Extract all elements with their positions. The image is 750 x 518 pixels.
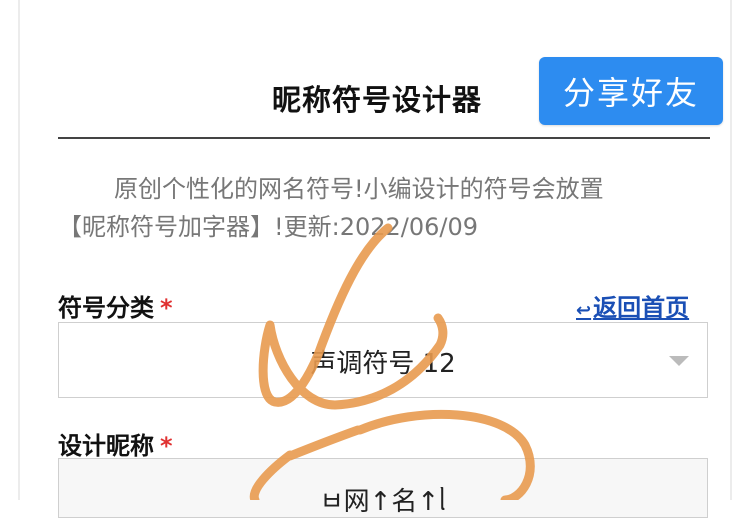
return-icon: ↩ — [576, 300, 592, 321]
intro-line-2: 【昵称符号加字器】!更新:2022/06/09 — [58, 213, 479, 241]
chevron-down-icon — [669, 356, 689, 366]
share-friends-button[interactable]: 分享好友 — [539, 57, 723, 125]
nickname-label: 设计昵称 * — [58, 426, 173, 461]
intro-text: 原创个性化的网名符号!小编设计的符号会放置 【昵称符号加字器】!更新:2022/… — [58, 170, 718, 246]
back-home-label: 返回首页 — [593, 294, 690, 322]
category-select-value: 声调符号 12 — [310, 349, 456, 379]
nickname-input[interactable]: ㅂ网↑名↑ᥣ — [58, 458, 708, 518]
required-mark: * — [160, 432, 173, 460]
frame-edge-left — [18, 0, 20, 500]
intro-line-1: 原创个性化的网名符号!小编设计的符号会放置 — [114, 175, 604, 203]
back-home-link[interactable]: ↩返回首页 — [576, 288, 689, 323]
category-label: 符号分类 * — [58, 288, 173, 323]
category-label-text: 符号分类 — [58, 294, 154, 322]
header-divider — [58, 137, 710, 139]
required-mark: * — [160, 294, 173, 322]
category-select[interactable]: 声调符号 12 — [58, 322, 708, 398]
nickname-label-text: 设计昵称 — [58, 432, 154, 460]
page-title: 昵称符号设计器 — [272, 83, 483, 117]
frame-edge-right — [730, 0, 732, 500]
